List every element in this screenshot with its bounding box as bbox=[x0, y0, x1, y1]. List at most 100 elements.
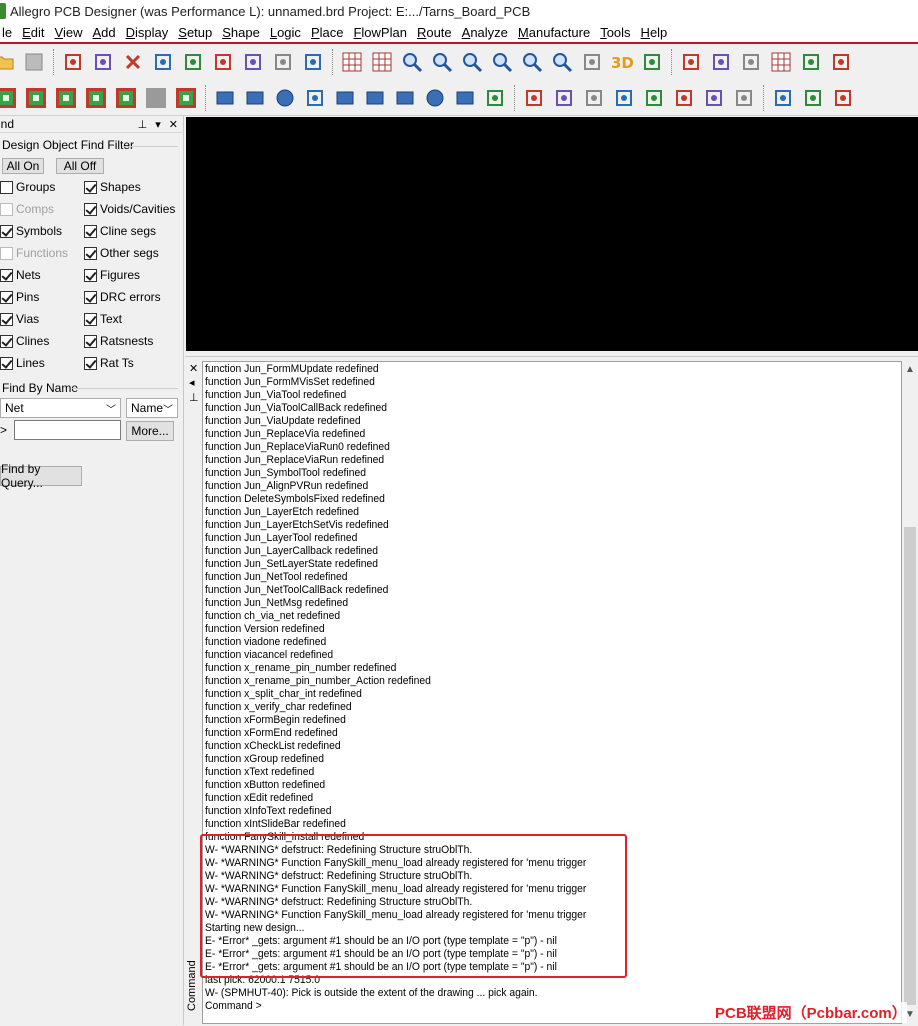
checkbox[interactable] bbox=[84, 246, 97, 260]
flip-icon[interactable] bbox=[640, 50, 664, 74]
checkbox[interactable] bbox=[84, 334, 97, 348]
checkbox[interactable] bbox=[84, 268, 97, 282]
green-sq3-icon[interactable] bbox=[54, 86, 78, 110]
checkbox[interactable] bbox=[84, 356, 97, 370]
delete-icon[interactable] bbox=[121, 50, 145, 74]
filter-figures[interactable]: Figures bbox=[84, 268, 140, 282]
menu-help[interactable]: Help bbox=[635, 25, 674, 40]
scroll-up-icon[interactable]: ▲ bbox=[905, 364, 915, 375]
pushpin-icon[interactable] bbox=[301, 50, 325, 74]
dimension-icon[interactable] bbox=[831, 86, 855, 110]
filter-symbols[interactable]: Symbols bbox=[0, 224, 62, 238]
filter-nets[interactable]: Nets bbox=[0, 268, 41, 282]
move-icon[interactable] bbox=[61, 50, 85, 74]
menu-view[interactable]: View bbox=[49, 25, 89, 40]
filter-ratsnests[interactable]: Ratsnests bbox=[84, 334, 153, 348]
refresh-icon[interactable] bbox=[580, 50, 604, 74]
grid-dots-icon[interactable] bbox=[769, 50, 793, 74]
filter-clines[interactable]: Clines bbox=[0, 334, 49, 348]
menu-route[interactable]: Route bbox=[411, 25, 458, 40]
open-folder-icon[interactable] bbox=[0, 50, 16, 74]
menu-tools[interactable]: Tools bbox=[594, 25, 636, 40]
menu-place[interactable]: Place bbox=[305, 25, 350, 40]
pin-icon[interactable]: ⊥ bbox=[138, 118, 148, 131]
settings-icon[interactable] bbox=[829, 50, 853, 74]
measure-icon[interactable] bbox=[801, 86, 825, 110]
find-name-input[interactable] bbox=[14, 420, 121, 440]
down-icon[interactable] bbox=[211, 50, 235, 74]
find-by-query-button[interactable]: Find by Query... bbox=[0, 462, 82, 490]
filter-functions[interactable]: Functions bbox=[0, 246, 68, 260]
redo-icon[interactable] bbox=[181, 50, 205, 74]
zoom-fit-icon[interactable] bbox=[400, 50, 424, 74]
filter-text[interactable]: Text bbox=[84, 312, 122, 326]
filter-drc-errors[interactable]: DRC errors bbox=[84, 290, 161, 304]
close-icon[interactable]: ✕ bbox=[189, 362, 198, 375]
pin-icon[interactable]: ⊥ bbox=[189, 391, 199, 404]
checkbox[interactable] bbox=[84, 180, 97, 194]
filter-pins[interactable]: Pins bbox=[0, 290, 39, 304]
shape-rect-icon[interactable] bbox=[243, 86, 267, 110]
bus-icon[interactable] bbox=[642, 86, 666, 110]
pin-icon[interactable] bbox=[739, 50, 763, 74]
menu-shape[interactable]: Shape bbox=[216, 25, 266, 40]
pin-green-icon[interactable] bbox=[271, 50, 295, 74]
checkbox[interactable] bbox=[0, 312, 13, 326]
shape-poly-icon[interactable] bbox=[333, 86, 357, 110]
menu-add[interactable]: Add bbox=[86, 25, 121, 40]
undo-icon[interactable] bbox=[151, 50, 175, 74]
checkbox[interactable] bbox=[0, 246, 13, 260]
menu-edit[interactable]: Edit bbox=[16, 25, 50, 40]
shape-edit-icon[interactable] bbox=[453, 86, 477, 110]
design-canvas[interactable] bbox=[186, 117, 918, 351]
filter-vias[interactable]: Vias bbox=[0, 312, 39, 326]
color-icon[interactable] bbox=[799, 50, 823, 74]
delay-icon[interactable] bbox=[612, 86, 636, 110]
checkbox[interactable] bbox=[0, 268, 13, 282]
zoom-prev-icon[interactable] bbox=[490, 50, 514, 74]
differential-icon[interactable] bbox=[702, 86, 726, 110]
filter-lines[interactable]: Lines bbox=[0, 356, 45, 370]
filter-shapes[interactable]: Shapes bbox=[84, 180, 141, 194]
grid2-icon[interactable] bbox=[370, 50, 394, 74]
checkbox[interactable] bbox=[84, 312, 97, 326]
down2-icon[interactable] bbox=[241, 50, 265, 74]
merge-icon[interactable] bbox=[483, 86, 507, 110]
checkbox[interactable] bbox=[0, 224, 13, 238]
checkbox[interactable] bbox=[0, 202, 13, 216]
zoom-world-icon[interactable] bbox=[520, 50, 544, 74]
zoom-in-icon[interactable] bbox=[430, 50, 454, 74]
checkbox[interactable] bbox=[0, 180, 13, 194]
more-button[interactable]: More... bbox=[126, 421, 174, 441]
component-green-icon[interactable] bbox=[771, 86, 795, 110]
green-sq1-icon[interactable] bbox=[0, 86, 18, 110]
copy-icon[interactable] bbox=[91, 50, 115, 74]
checkbox[interactable] bbox=[84, 224, 97, 238]
layer-icon[interactable] bbox=[679, 50, 703, 74]
filter-other-segs[interactable]: Other segs bbox=[84, 246, 159, 260]
menu-manufacture[interactable]: Manufacture bbox=[512, 25, 596, 40]
close-icon[interactable]: ✕ bbox=[169, 118, 178, 131]
object-type-select[interactable]: Net ﹀ bbox=[0, 398, 121, 418]
checkbox[interactable] bbox=[0, 334, 13, 348]
select-icon[interactable] bbox=[303, 86, 327, 110]
all-on-button[interactable]: All On bbox=[2, 158, 44, 174]
filter-comps[interactable]: Comps bbox=[0, 202, 54, 216]
fanout-icon[interactable] bbox=[552, 86, 576, 110]
green-sq5-icon[interactable] bbox=[114, 86, 138, 110]
bundle-icon[interactable] bbox=[672, 86, 696, 110]
checkbox[interactable] bbox=[84, 290, 97, 304]
filter-cline-segs[interactable]: Cline segs bbox=[84, 224, 156, 238]
menu-setup[interactable]: Setup bbox=[172, 25, 218, 40]
chevron-left-icon[interactable]: ◂ bbox=[189, 376, 195, 389]
shape-corner-icon[interactable] bbox=[213, 86, 237, 110]
zoom-center-icon[interactable] bbox=[550, 50, 574, 74]
tune-icon[interactable] bbox=[732, 86, 756, 110]
green-sq2-icon[interactable] bbox=[24, 86, 48, 110]
menu-display[interactable]: Display bbox=[120, 25, 175, 40]
zoom-out-icon[interactable] bbox=[460, 50, 484, 74]
checkbox[interactable] bbox=[84, 202, 97, 216]
route-icon[interactable] bbox=[522, 86, 546, 110]
menu-logic[interactable]: Logic bbox=[264, 25, 307, 40]
circle-outline-icon[interactable] bbox=[423, 86, 447, 110]
